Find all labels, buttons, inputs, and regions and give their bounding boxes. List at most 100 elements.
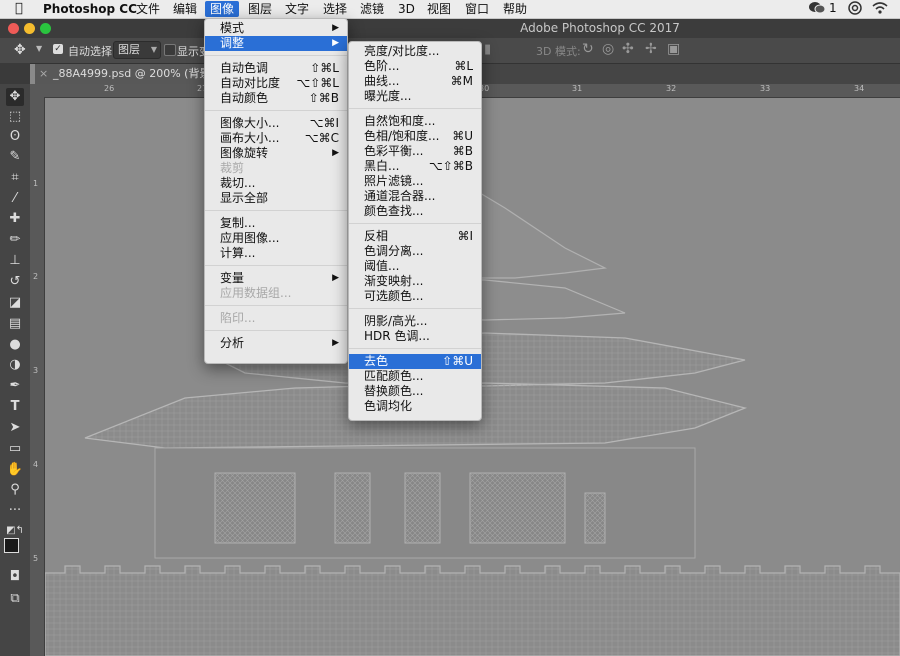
healing-brush-tool-icon[interactable]: ✚ [6,210,24,228]
path-selection-tool-icon[interactable]: ➤ [6,419,24,437]
menu-window[interactable]: 窗口 [460,1,494,17]
quick-mask-icon[interactable]: ◘ [6,568,24,586]
3d-slide-icon[interactable]: ✢ [645,41,657,57]
menu-help[interactable]: 帮助 [498,1,532,17]
image-menu-item[interactable]: 图像大小... ⌥⌘I [205,116,347,131]
image-menu-item[interactable]: 画布大小... ⌥⌘C [205,131,347,146]
menu-layer[interactable]: 图层 [243,1,277,17]
adjust-menu-item[interactable]: 匹配颜色... [349,369,481,384]
creative-cloud-icon[interactable] [846,1,864,18]
adjust-menu-item[interactable]: 色相/饱和度... ⌘U [349,129,481,144]
adjust-menu-item[interactable]: 阈值... [349,259,481,274]
hand-tool-icon[interactable]: ✋ [6,461,24,479]
adjust-menu-item[interactable]: HDR 色调... [349,329,481,344]
clone-stamp-tool-icon[interactable]: ⊥ [6,252,24,270]
foreground-color-swatch[interactable] [4,538,19,553]
menu-filter[interactable]: 滤镜 [355,1,389,17]
close-tab-icon[interactable]: × [39,64,48,84]
blur-tool-icon[interactable]: ● [6,336,24,354]
image-menu-item[interactable]: 自动颜色 ⇧⌘B [205,91,347,106]
adjust-menu-item[interactable]: 色阶... ⌘L [349,59,481,74]
ruler-tick: 32 [666,84,677,93]
apple-menu-icon[interactable]:  [10,1,28,17]
history-brush-tool-icon[interactable]: ↺ [6,273,24,291]
image-menu-item[interactable]: 自动对比度 ⌥⇧⌘L [205,76,347,91]
adjust-menu-item-shortcut: ⌥⇧⌘B [428,159,473,173]
adjust-menu-item[interactable]: 照片滤镜... [349,174,481,189]
move-tool-icon[interactable]: ✥ [14,42,26,58]
menu-file[interactable]: 文件 [131,1,165,17]
marquee-tool-icon[interactable]: ⬚ [6,108,24,126]
ruler-origin[interactable] [30,84,44,97]
zoom-window-icon[interactable] [40,23,51,34]
adjust-menu-item[interactable]: 颜色查找... [349,204,481,219]
brush-tool-icon[interactable]: ✏ [6,231,24,249]
3d-orbit-icon[interactable]: ↻ [582,41,594,57]
adjust-menu-item[interactable]: 自然饱和度... [349,114,481,129]
zoom-tool-icon[interactable]: ⚲ [6,481,24,499]
crop-tool-icon[interactable]: ⌗ [6,169,24,187]
adjust-menu-item[interactable]: 可选颜色... [349,289,481,304]
adjust-menu-item-label: 色调分离... [364,244,424,258]
adjust-menu-item[interactable]: 反相 ⌘I [349,229,481,244]
screen-mode-icon[interactable]: ⧉ [6,590,24,608]
menu-type[interactable]: 文字 [280,1,314,17]
wechat-icon[interactable] [808,1,826,18]
image-menu-item[interactable]: 计算... [205,246,347,261]
gradient-tool-icon[interactable]: ▤ [6,315,24,333]
more-tools-icon[interactable]: ··· [6,502,24,520]
auto-select-dropdown[interactable]: 图层 ▼ [113,41,161,59]
menu-3d[interactable]: 3D [393,1,420,17]
image-menu-item[interactable]: 模式 ▶ [205,21,347,36]
rectangle-tool-icon[interactable]: ▭ [6,440,24,458]
image-menu-item[interactable]: 应用图像... [205,231,347,246]
3d-roll-icon[interactable]: ◎ [602,41,614,57]
menu-app-name[interactable]: Photoshop CC [38,1,142,17]
quick-selection-tool-icon[interactable]: ✎ [6,148,24,166]
image-menu-item[interactable]: 自动色调 ⇧⌘L [205,61,347,76]
eyedropper-tool-icon[interactable]: ⁄ [6,190,24,208]
image-menu-item-label: 分析 [220,336,245,350]
adjust-menu-item[interactable]: 亮度/对比度... [349,44,481,59]
dodge-tool-icon[interactable]: ◑ [6,356,24,374]
adjust-menu-item[interactable]: 色彩平衡... ⌘B [349,144,481,159]
menu-select[interactable]: 选择 [318,1,352,17]
menu-edit[interactable]: 编辑 [168,1,202,17]
auto-select-checkbox[interactable]: ✓ [53,44,63,54]
adjust-menu-item[interactable]: 色调均化 [349,399,481,414]
close-window-icon[interactable] [8,23,19,34]
adjust-menu-item-label: 曲线... [364,74,400,88]
eraser-tool-icon[interactable]: ◪ [6,294,24,312]
type-tool-icon[interactable]: T [6,398,24,416]
adjust-menu-item[interactable]: 黑白... ⌥⇧⌘B [349,159,481,174]
image-menu-item[interactable]: 调整 ▶ [205,36,347,51]
image-menu-item[interactable]: 分析 ▶ [205,336,347,351]
adjust-menu-item[interactable]: 替换颜色... [349,384,481,399]
adjust-menu-item[interactable]: 阴影/高光... [349,314,481,329]
move-tool-icon[interactable]: ✥ [6,88,24,106]
menu-image[interactable]: 图像 [205,1,240,17]
adjust-menu-item[interactable]: 去色 ⇧⌘U [349,354,481,369]
adjust-menu-item[interactable]: 曲线... ⌘M [349,74,481,89]
show-transform-checkbox[interactable] [164,44,176,56]
distribute-icon[interactable]: ▮ [484,42,491,57]
lasso-tool-icon[interactable]: ʘ [6,128,24,146]
adjust-menu-item[interactable]: 色调分离... [349,244,481,259]
tool-preset-chevron-icon[interactable]: ▼ [36,44,42,53]
menu-view[interactable]: 视图 [422,1,456,17]
document-tab[interactable]: × _88A4999.psd @ 200% (背景 拷贝 [35,64,236,84]
3d-scale-icon[interactable]: ▣ [667,41,680,57]
image-menu-item[interactable]: 裁切... [205,176,347,191]
image-menu-item[interactable]: 复制... [205,216,347,231]
adjust-menu-item[interactable]: 渐变映射... [349,274,481,289]
adjust-menu-item[interactable]: 曝光度... [349,89,481,104]
wifi-icon[interactable] [871,1,889,18]
image-menu-item[interactable]: 图像旋转 ▶ [205,146,347,161]
minimize-window-icon[interactable] [24,23,35,34]
image-menu-item[interactable]: 变量 ▶ [205,271,347,286]
vertical-ruler[interactable]: 1 2 3 4 5 [30,97,45,656]
pen-tool-icon[interactable]: ✒ [6,377,24,395]
adjust-menu-item[interactable]: 通道混合器... [349,189,481,204]
3d-pan-icon[interactable]: ✣ [622,41,634,57]
image-menu-item[interactable]: 显示全部 [205,191,347,206]
